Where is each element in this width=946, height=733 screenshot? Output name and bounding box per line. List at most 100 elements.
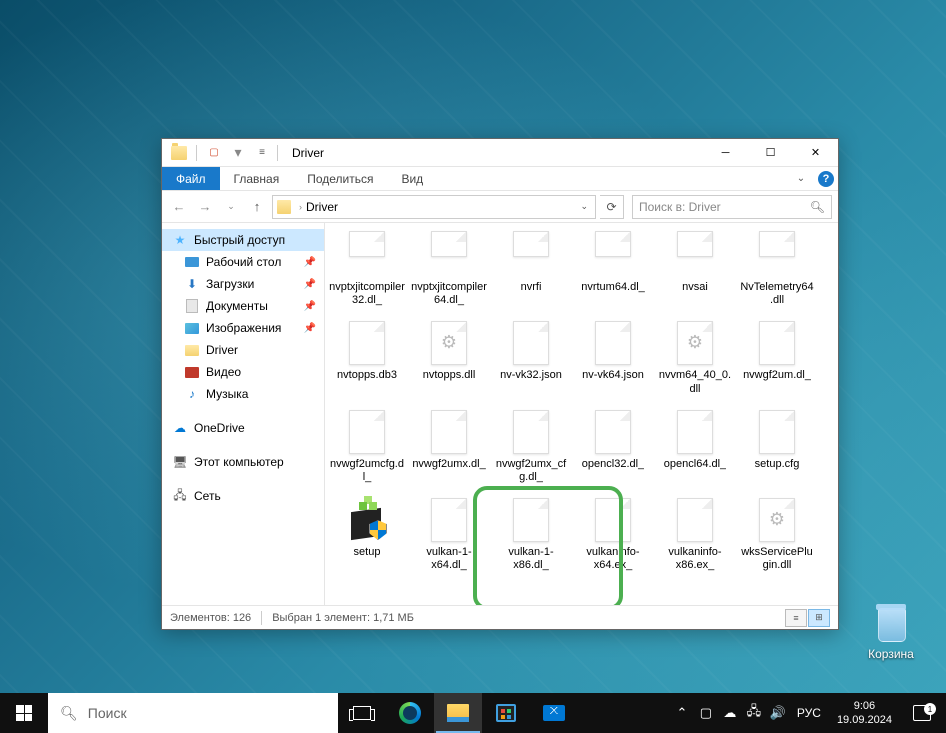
- file-label: nvwgf2umx_cfg.dl_: [493, 458, 569, 484]
- taskbar-edge[interactable]: [386, 693, 434, 733]
- minimize-button[interactable]: ─: [703, 139, 748, 167]
- help-button[interactable]: ?: [814, 167, 838, 190]
- file-label: nvwgf2umx.dl_: [412, 458, 485, 471]
- sidebar-item-driver[interactable]: Driver: [162, 339, 324, 361]
- file-item[interactable]: nvptxjitcompiler32.dl_: [327, 227, 407, 311]
- file-item[interactable]: vulkan-1-x64.dl_: [409, 492, 489, 576]
- sidebar-item-video[interactable]: Видео: [162, 361, 324, 383]
- file-item[interactable]: NvTelemetry64.dll: [737, 227, 817, 311]
- maximize-button[interactable]: ☐: [748, 139, 793, 167]
- file-item[interactable]: nvtopps.dll: [409, 315, 489, 399]
- file-label: NvTelemetry64.dll: [739, 281, 815, 307]
- tray-network-icon[interactable]: 🖧: [743, 693, 765, 733]
- close-button[interactable]: ✕: [793, 139, 838, 167]
- sidebar-this-pc[interactable]: 🖥Этот компьютер: [162, 451, 324, 473]
- video-icon: [185, 367, 199, 378]
- file-label: wksServicePlugin.dll: [739, 546, 815, 572]
- forward-button[interactable]: →: [194, 196, 216, 218]
- sidebar-network[interactable]: 🖧Сеть: [162, 485, 324, 507]
- file-label: nv-vk64.json: [582, 369, 644, 382]
- sidebar-onedrive[interactable]: ☁OneDrive: [162, 417, 324, 439]
- status-selection: Выбран 1 элемент: 1,71 МБ: [272, 612, 414, 624]
- breadcrumb[interactable]: › Driver ⌄: [272, 195, 596, 219]
- taskbar-mail[interactable]: [530, 693, 578, 733]
- chevron-down-icon[interactable]: ⌄: [575, 201, 593, 212]
- up-button[interactable]: ↑: [246, 196, 268, 218]
- file-item[interactable]: setup.cfg: [737, 404, 817, 488]
- start-button[interactable]: [0, 693, 48, 733]
- file-item[interactable]: nvrtum64.dl_: [573, 227, 653, 311]
- back-button[interactable]: ←: [168, 196, 190, 218]
- sidebar-item-label: Изображения: [206, 321, 281, 335]
- file-item[interactable]: nv-vk32.json: [491, 315, 571, 399]
- desktop-icon-recycle-bin[interactable]: Корзина: [854, 602, 928, 661]
- taskbar-search[interactable]: 🔍︎ Поиск: [48, 693, 338, 733]
- file-item[interactable]: nvwgf2umx_cfg.dl_: [491, 404, 571, 488]
- file-item[interactable]: nv-vk64.json: [573, 315, 653, 399]
- tray-clock[interactable]: 9:06 19.09.2024: [829, 699, 900, 728]
- edge-icon: [399, 702, 421, 724]
- qat-new-icon[interactable]: ▾: [227, 142, 249, 164]
- desktop-icon-label: Корзина: [854, 647, 928, 661]
- folder-icon: [168, 142, 190, 164]
- sidebar-item-pictures[interactable]: Изображения📌: [162, 317, 324, 339]
- file-thumbnail: [753, 408, 801, 456]
- file-item[interactable]: nvptxjitcompiler64.dl_: [409, 227, 489, 311]
- tray-notifications[interactable]: 1: [902, 705, 942, 721]
- taskbar-explorer[interactable]: [434, 693, 482, 733]
- file-thumbnail: [671, 319, 719, 367]
- tab-home[interactable]: Главная: [220, 167, 294, 190]
- file-label: nvsai: [682, 281, 708, 294]
- store-icon: [496, 704, 516, 722]
- taskview-button[interactable]: [338, 693, 386, 733]
- view-large-icons-button[interactable]: ⊞: [808, 609, 830, 627]
- titlebar[interactable]: ▢ ▾ ≡ Driver ─ ☐ ✕: [162, 139, 838, 167]
- file-item[interactable]: nvsai: [655, 227, 735, 311]
- tab-share[interactable]: Поделиться: [293, 167, 387, 190]
- file-item[interactable]: nvrfi: [491, 227, 571, 311]
- file-item[interactable]: opencl64.dl_: [655, 404, 735, 488]
- sidebar-item-downloads[interactable]: ⬇Загрузки📌: [162, 273, 324, 295]
- sidebar-item-music[interactable]: ♪Музыка: [162, 383, 324, 405]
- tray-onedrive-icon[interactable]: ☁: [719, 693, 741, 733]
- file-item[interactable]: vulkaninfo-x64.ex_: [573, 492, 653, 576]
- tray-language[interactable]: РУС: [791, 706, 827, 720]
- search-input[interactable]: Поиск в: Driver 🔍︎: [632, 195, 832, 219]
- view-details-button[interactable]: ≡: [785, 609, 807, 627]
- file-item[interactable]: vulkaninfo-x86.ex_: [655, 492, 735, 576]
- file-thumbnail: [753, 231, 801, 279]
- file-item[interactable]: wksServicePlugin.dll: [737, 492, 817, 576]
- file-thumbnail: [425, 496, 473, 544]
- sidebar-item-desktop[interactable]: Рабочий стол📌: [162, 251, 324, 273]
- search-icon[interactable]: 🔍︎: [810, 200, 825, 214]
- recent-dropdown-icon[interactable]: ⌄: [220, 196, 242, 218]
- tray-volume-icon[interactable]: 🔊: [767, 693, 789, 733]
- file-item[interactable]: nvwgf2umx.dl_: [409, 404, 489, 488]
- taskbar-store[interactable]: [482, 693, 530, 733]
- tab-view[interactable]: Вид: [387, 167, 437, 190]
- search-placeholder: Поиск: [88, 705, 127, 721]
- tray-overflow-icon[interactable]: ⌃: [671, 693, 693, 733]
- qat-properties-icon[interactable]: ▢: [203, 142, 225, 164]
- ribbon-expand-icon[interactable]: ⌄: [788, 167, 814, 190]
- file-item[interactable]: opencl32.dl_: [573, 404, 653, 488]
- sidebar: ★ Быстрый доступ Рабочий стол📌 ⬇Загрузки…: [162, 223, 325, 605]
- file-item[interactable]: setup: [327, 492, 407, 576]
- sidebar-item-documents[interactable]: Документы📌: [162, 295, 324, 317]
- refresh-button[interactable]: ⟳: [600, 195, 624, 219]
- file-item[interactable]: nvvm64_40_0.dll: [655, 315, 735, 399]
- qat-customize-icon[interactable]: ≡: [251, 142, 273, 164]
- tab-file[interactable]: Файл: [162, 167, 220, 190]
- file-item[interactable]: nvwgf2um.dl_: [737, 315, 817, 399]
- file-item[interactable]: vulkan-1-x86.dl_: [491, 492, 571, 576]
- file-item[interactable]: nvtopps.db3: [327, 315, 407, 399]
- breadcrumb-segment[interactable]: Driver: [306, 200, 338, 214]
- file-view[interactable]: nvptxjitcompiler32.dl_nvptxjitcompiler64…: [325, 223, 838, 605]
- network-icon: 🖧: [172, 488, 188, 504]
- file-item[interactable]: nvwgf2umcfg.dl_: [327, 404, 407, 488]
- tray-meet-now-icon[interactable]: ▢: [695, 693, 717, 733]
- sidebar-quick-access[interactable]: ★ Быстрый доступ: [162, 229, 324, 251]
- file-label: vulkaninfo-x64.ex_: [575, 546, 651, 572]
- star-icon: ★: [172, 232, 188, 248]
- taskview-icon: [353, 706, 371, 720]
